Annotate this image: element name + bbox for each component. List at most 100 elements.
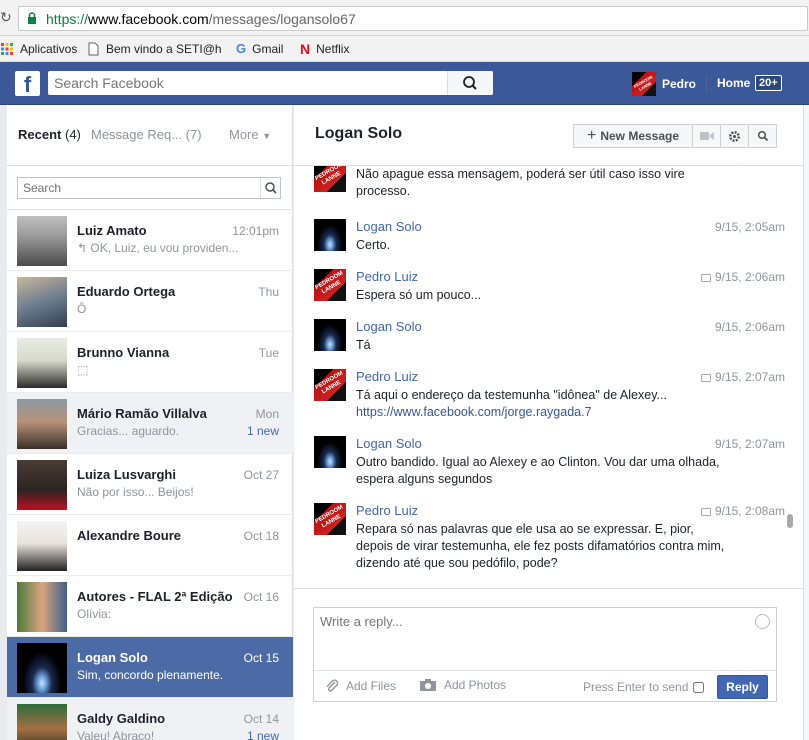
avatar[interactable] xyxy=(314,436,346,468)
thread-item[interactable]: Luiz Amato 12:01pm ↰ OK, Luiz, eu vou prov… xyxy=(7,210,293,271)
thread-name: Galdy Galdino xyxy=(77,711,166,726)
thread-name: Eduardo Ortega xyxy=(77,284,176,299)
lock-icon xyxy=(28,12,36,24)
tab-message-requests[interactable]: Message Req... (7) xyxy=(91,127,202,142)
home-link[interactable]: Home xyxy=(717,76,750,90)
reply-button[interactable]: Reply xyxy=(717,675,768,699)
message-text: Espera só um pouco... xyxy=(356,287,726,304)
avatar-text: PEDROOM LANNE xyxy=(314,166,345,187)
add-files-button[interactable]: Add Files xyxy=(324,678,396,694)
message-author[interactable]: Pedro Luiz xyxy=(356,269,418,284)
thread-item[interactable]: Autores - FLAL 2ª Edição Oct 16 Olívia: xyxy=(7,576,293,637)
thread-name: Mário Ramão Villalva xyxy=(77,406,207,421)
thread-item[interactable]: Luiza Lusvarghi Oct 27 Não por isso... Bei… xyxy=(7,454,293,515)
thread-item[interactable]: Brunno Vianna Tue ⬚ xyxy=(7,332,293,393)
emoji-icon[interactable] xyxy=(755,614,770,629)
message-author[interactable]: Pedro Luiz xyxy=(356,369,418,384)
message-body: Espera só um pouco... xyxy=(356,288,482,302)
bookmark-seti[interactable]: Bem vindo a SETI@hc xyxy=(86,40,222,58)
timestamp-text: 9/15, 2:05am xyxy=(714,220,785,234)
tab-recent[interactable]: Recent (4) xyxy=(18,127,81,142)
reply-input[interactable] xyxy=(314,608,754,668)
thread-snippet: Ô xyxy=(77,302,257,316)
profile-link[interactable]: PEDROOM LANNE Pedro xyxy=(632,72,696,96)
message-author[interactable]: Logan Solo xyxy=(356,219,422,234)
message-text: Tá aqui o endereço da testemunha "idônea… xyxy=(356,387,726,421)
url-field[interactable]: https://www.facebook.com/messages/logans… xyxy=(18,6,808,31)
settings-button[interactable] xyxy=(720,124,749,148)
thread-snippet-text: Não por isso... Beijos! xyxy=(77,485,194,499)
thread-snippet: ↰ OK, Luiz, eu vou providen... xyxy=(77,241,257,255)
message-list: PEDROOM LANNE 9/15, 2:06am Não apague essa… xyxy=(294,166,803,589)
chevron-down-icon: ▼ xyxy=(262,131,272,141)
tab-more[interactable]: More ▼ xyxy=(229,127,271,142)
profile-avatar: PEDROOM LANNE xyxy=(632,72,656,96)
bookmark-netflix[interactable]: N Netflix xyxy=(300,40,349,58)
conversation-title[interactable]: Logan Solo xyxy=(315,125,402,143)
camera-icon xyxy=(420,679,436,691)
avatar[interactable]: PEDROOM LANNE xyxy=(314,269,346,301)
avatar[interactable] xyxy=(314,319,346,351)
message-author[interactable]: Pedro Luiz xyxy=(356,503,418,518)
gear-icon xyxy=(729,130,740,142)
reload-icon[interactable]: ↻ xyxy=(0,9,12,25)
facebook-logo[interactable]: f xyxy=(15,71,40,96)
thread-search-button[interactable] xyxy=(260,178,280,198)
bookmark-label: Bem vindo a SETI@hc xyxy=(106,42,222,56)
new-message-label: New Message xyxy=(600,129,680,143)
timestamp-text: 9/15, 2:08am xyxy=(714,504,785,518)
page-scrollbar[interactable] xyxy=(803,105,809,740)
thread-item[interactable]: Galdy Galdino Oct 14 Valeu! Abraço! 1 new xyxy=(7,698,293,740)
thread-snippet: Valeu! Abraço! xyxy=(77,729,257,740)
url-text: https://www.facebook.com/messages/logans… xyxy=(46,11,356,27)
message-scrollbar[interactable] xyxy=(787,514,793,528)
thread-snippet: Não por isso... Beijos! xyxy=(77,485,257,499)
avatar xyxy=(17,277,67,327)
press-enter-checkbox[interactable] xyxy=(693,681,705,693)
seen-icon xyxy=(700,507,711,516)
avatar-text: PEDROOM LANNE xyxy=(632,74,654,92)
message-link[interactable]: https://www.facebook.com/jorge.raygada.7 xyxy=(356,405,592,419)
thread-search-input[interactable] xyxy=(18,178,258,198)
thread-item[interactable]: Eduardo Ortega Thu Ô xyxy=(7,271,293,332)
thread-item[interactable]: Alexandre Boure Oct 18 xyxy=(7,515,293,576)
bookmark-gmail[interactable]: G Gmail xyxy=(236,40,283,58)
thread-item[interactable]: Logan Solo Oct 15 Sim, concordo plenamente… xyxy=(7,637,293,698)
page-icon xyxy=(88,42,99,56)
add-photos-button[interactable]: Add Photos xyxy=(419,678,506,692)
message-author[interactable]: Logan Solo xyxy=(356,436,422,451)
facebook-search-input[interactable] xyxy=(48,71,448,95)
message-text: Outro bandido. Igual ao Alexey e ao Clin… xyxy=(356,454,726,488)
search-conversation-button[interactable] xyxy=(748,124,777,148)
avatar[interactable]: PEDROOM LANNE xyxy=(314,503,346,535)
tab-more-label: More xyxy=(229,127,259,142)
search-icon xyxy=(757,130,768,142)
message-text: Tá xyxy=(356,337,726,354)
thread-name: Luiza Lusvarghi xyxy=(77,467,176,482)
bookmark-apps[interactable]: Aplicativos xyxy=(0,40,77,58)
thread-snippet-text: OK, Luiz, eu vou providen... xyxy=(90,241,239,255)
avatar[interactable]: PEDROOM LANNE xyxy=(314,166,346,192)
avatar xyxy=(17,704,67,740)
thread-new-badge: 1 new xyxy=(246,729,279,740)
facebook-search-button[interactable] xyxy=(447,71,493,95)
thread-time: Oct 15 xyxy=(243,651,279,665)
message-timestamp: 9/15, 2:05am xyxy=(715,220,785,234)
thread-name: Logan Solo xyxy=(77,650,148,665)
avatar[interactable] xyxy=(314,219,346,251)
thread-item[interactable]: Mário Ramão Villalva Mon Gracias... aguard… xyxy=(7,393,293,454)
press-enter-toggle[interactable]: Press Enter to send xyxy=(583,680,705,694)
thread-name: Alexandre Boure xyxy=(77,528,182,543)
avatar[interactable]: PEDROOM LANNE xyxy=(314,369,346,401)
thread-snippet: ⬚ xyxy=(77,363,257,377)
thread-name: Luiz Amato xyxy=(77,223,147,238)
thread-time: Oct 14 xyxy=(243,712,279,726)
avatar xyxy=(17,399,67,449)
video-camera-icon xyxy=(699,132,714,140)
message-author[interactable]: Logan Solo xyxy=(356,319,422,334)
video-call-button[interactable] xyxy=(692,124,721,148)
facebook-search xyxy=(48,71,493,95)
thread-snippet: Gracias... aguardo. xyxy=(77,424,257,438)
thread-snippet: Olívia: xyxy=(77,607,257,621)
new-message-button[interactable]: + New Message xyxy=(573,124,693,148)
